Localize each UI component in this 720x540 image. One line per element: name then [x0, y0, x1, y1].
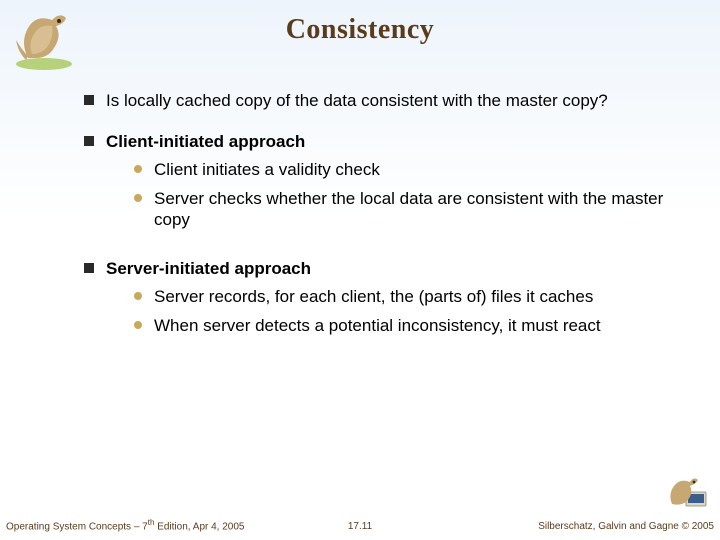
sub-list: Client initiates a validity check Server … [134, 159, 680, 231]
bullet-level2: Client initiates a validity check [134, 159, 680, 180]
sub-list: Server records, for each client, the (pa… [134, 286, 680, 337]
footer-left-pre: Operating System Concepts – 7 [6, 521, 148, 532]
content-area: Is locally cached copy of the data consi… [84, 90, 680, 364]
square-bullet-icon [84, 136, 94, 146]
square-bullet-icon [84, 95, 94, 105]
bullet-level2: When server detects a potential inconsis… [134, 315, 680, 336]
slide: Consistency Is locally cached copy of th… [0, 0, 720, 540]
bullet-level1: Server-initiated approach Server records,… [84, 258, 680, 344]
circle-bullet-icon [134, 321, 142, 329]
sub-bullet-text: Server records, for each client, the (pa… [154, 286, 680, 307]
circle-bullet-icon [134, 194, 142, 202]
dinosaur-footer-icon [664, 466, 710, 512]
page-title: Consistency [0, 14, 720, 46]
footer-right: Silberschatz, Galvin and Gagne © 2005 [538, 521, 714, 532]
square-bullet-icon [84, 263, 94, 273]
footer-center: 17.11 [348, 521, 372, 532]
bullet-body: Client-initiated approach Client initiate… [106, 131, 680, 238]
bullet-body: Server-initiated approach Server records,… [106, 258, 680, 344]
sub-bullet-text: Server checks whether the local data are… [154, 188, 680, 231]
sub-bullet-text: Client initiates a validity check [154, 159, 680, 180]
circle-bullet-icon [134, 165, 142, 173]
bullet-level2: Server records, for each client, the (pa… [134, 286, 680, 307]
dinosaur-icon [8, 2, 80, 74]
bullet-level1: Client-initiated approach Client initiate… [84, 131, 680, 238]
circle-bullet-icon [134, 292, 142, 300]
bullet-text: Client-initiated approach [106, 132, 305, 151]
bullet-text: Server-initiated approach [106, 259, 311, 278]
bullet-body: Is locally cached copy of the data consi… [106, 90, 680, 111]
bullet-text: Is locally cached copy of the data consi… [106, 91, 608, 110]
sub-bullet-text: When server detects a potential inconsis… [154, 315, 680, 336]
bullet-level2: Server checks whether the local data are… [134, 188, 680, 231]
footer-left-post: Edition, Apr 4, 2005 [154, 521, 244, 532]
bullet-level1: Is locally cached copy of the data consi… [84, 90, 680, 111]
footer-left: Operating System Concepts – 7th Edition,… [6, 518, 245, 532]
footer: Operating System Concepts – 7th Edition,… [0, 514, 720, 534]
